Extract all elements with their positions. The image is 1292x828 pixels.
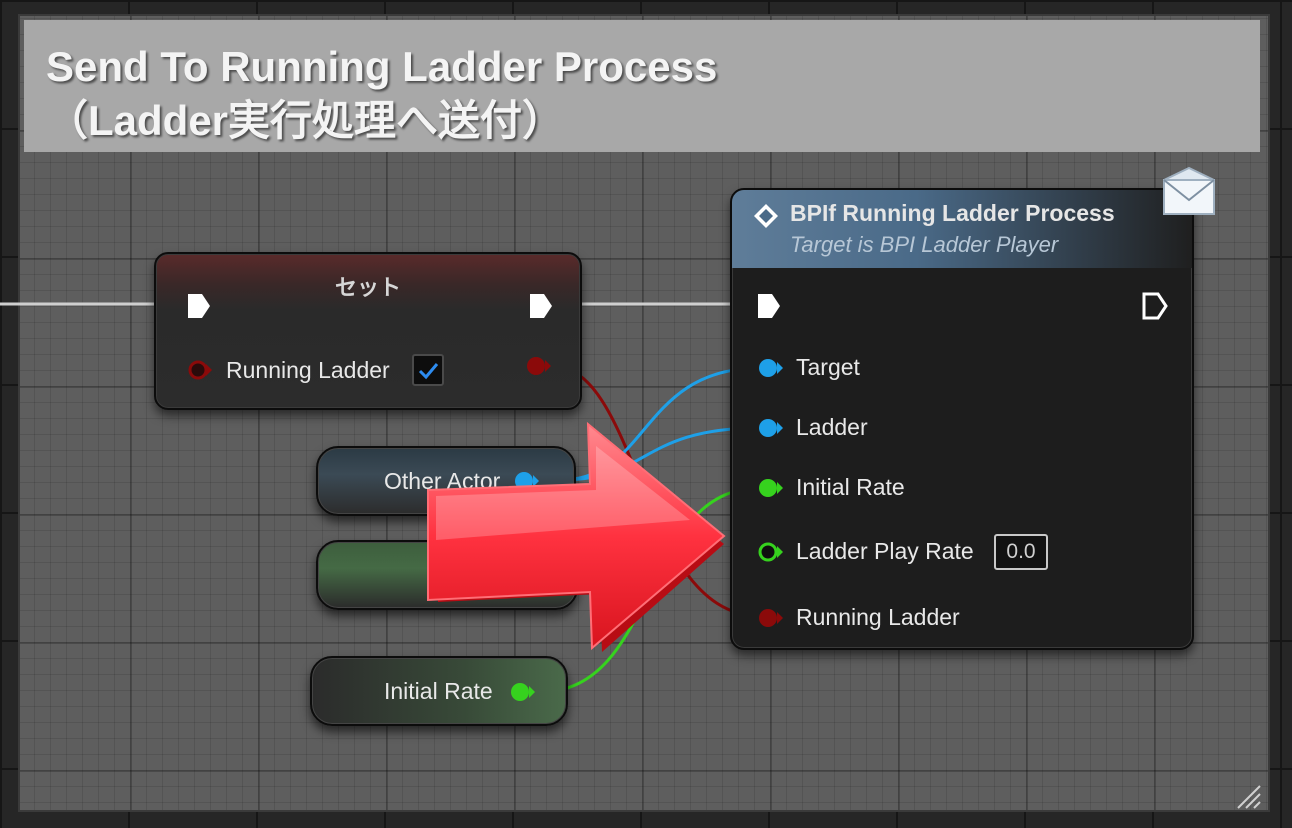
highlight-arrow <box>427 421 726 652</box>
resize-grip-icon[interactable] <box>1234 782 1262 810</box>
